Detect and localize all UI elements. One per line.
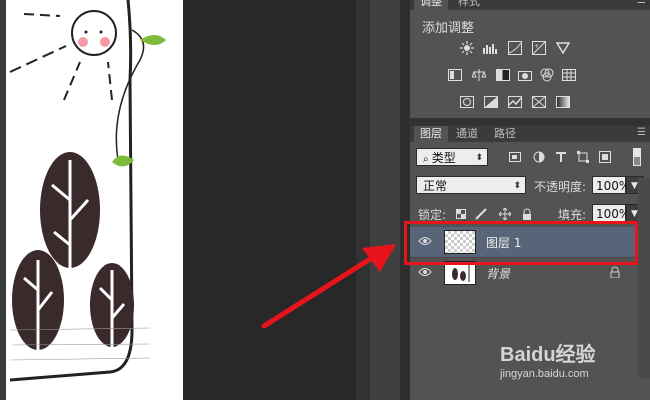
watermark-brand: Baidu经验 <box>500 344 596 366</box>
color-balance-icon[interactable] <box>470 67 488 83</box>
chevron-updown-icon: ⬍ <box>513 181 521 191</box>
filter-kind-select[interactable]: ⌕ 类型 ⬍ <box>416 148 488 166</box>
channel-mixer-icon[interactable] <box>538 67 556 83</box>
tab-paths[interactable]: 路径 <box>488 126 522 142</box>
canvas-illustration <box>9 0 166 382</box>
filter-smart-object-icon[interactable] <box>596 149 614 165</box>
chevron-down-icon: ▼ <box>631 209 638 219</box>
opacity-label: 不透明度: <box>534 180 587 194</box>
layers-tabbar: 图层 通道 路径 ☰ <box>410 126 650 142</box>
watermark-url: jingyan.baidu.com <box>500 368 589 380</box>
add-adjustment-title: 添加调整 <box>422 21 475 36</box>
lock-position-icon[interactable] <box>496 206 514 222</box>
fill-input[interactable]: 100% <box>592 204 630 222</box>
panel-dock-divider <box>356 0 370 400</box>
lock-all-icon[interactable] <box>518 206 536 222</box>
chevron-updown-icon: ⬍ <box>475 153 483 163</box>
gradient-map-icon[interactable] <box>554 94 572 110</box>
panel-menu-icon[interactable]: ☰ <box>637 0 646 6</box>
dock-edge <box>400 0 410 400</box>
lock-icon <box>610 266 620 281</box>
visibility-eye-icon[interactable] <box>418 266 434 280</box>
invert-icon[interactable] <box>458 94 476 110</box>
tab-layers[interactable]: 图层 <box>414 126 448 142</box>
lock-transparent-pixels-icon[interactable] <box>452 206 470 222</box>
hue-saturation-icon[interactable] <box>446 67 464 83</box>
workspace-background <box>183 0 356 400</box>
baidu-watermark: Baidu经验 jingyan.baidu.com <box>500 338 640 388</box>
panel-menu-icon[interactable]: ☰ <box>637 127 646 138</box>
lock-image-pixels-icon[interactable] <box>472 206 490 222</box>
canvas-left-edge <box>0 0 6 400</box>
levels-icon[interactable] <box>482 40 500 56</box>
brightness-contrast-icon[interactable] <box>458 40 476 56</box>
tab-adjustments[interactable]: 调整 <box>414 0 448 10</box>
tab-styles[interactable]: 样式 <box>452 0 486 10</box>
adjustments-tabbar: 调整 样式 ☰ <box>410 0 650 10</box>
curves-icon[interactable] <box>506 40 524 56</box>
blend-mode-value: 正常 <box>423 179 448 193</box>
filter-adjustment-icon[interactable] <box>530 149 548 165</box>
collapsed-panel-dock <box>370 0 400 400</box>
filter-shape-icon[interactable] <box>574 149 592 165</box>
canvas-document[interactable] <box>0 0 183 400</box>
adjustments-panel: 调整 样式 ☰ 添加调整 + <box>410 0 650 118</box>
filter-kind-value: 类型 <box>431 151 456 165</box>
annotation-highlight-box <box>404 221 638 265</box>
annotation-arrow <box>261 244 396 329</box>
tab-channels[interactable]: 通道 <box>450 126 484 142</box>
svg-text:+: + <box>534 43 539 50</box>
search-icon: ⌕ <box>423 154 432 165</box>
posterize-icon[interactable] <box>482 94 500 110</box>
opacity-input[interactable]: 100% <box>592 176 630 194</box>
black-white-icon[interactable] <box>494 67 512 83</box>
threshold-icon[interactable] <box>506 94 524 110</box>
vibrance-icon[interactable] <box>554 40 572 56</box>
layer-name[interactable]: 背景 <box>486 265 510 282</box>
filter-pixel-icon[interactable] <box>506 149 524 165</box>
chevron-down-icon: ▼ <box>631 181 638 191</box>
filter-toggle-switch[interactable] <box>632 147 642 167</box>
filter-type-icon[interactable] <box>552 149 570 165</box>
panel-separator <box>410 118 650 126</box>
color-lookup-icon[interactable] <box>560 67 578 83</box>
exposure-icon[interactable]: + <box>530 40 548 56</box>
blend-mode-select[interactable]: 正常 ⬍ <box>416 176 526 194</box>
photo-filter-icon[interactable] <box>516 67 534 83</box>
selective-color-icon[interactable] <box>530 94 548 110</box>
